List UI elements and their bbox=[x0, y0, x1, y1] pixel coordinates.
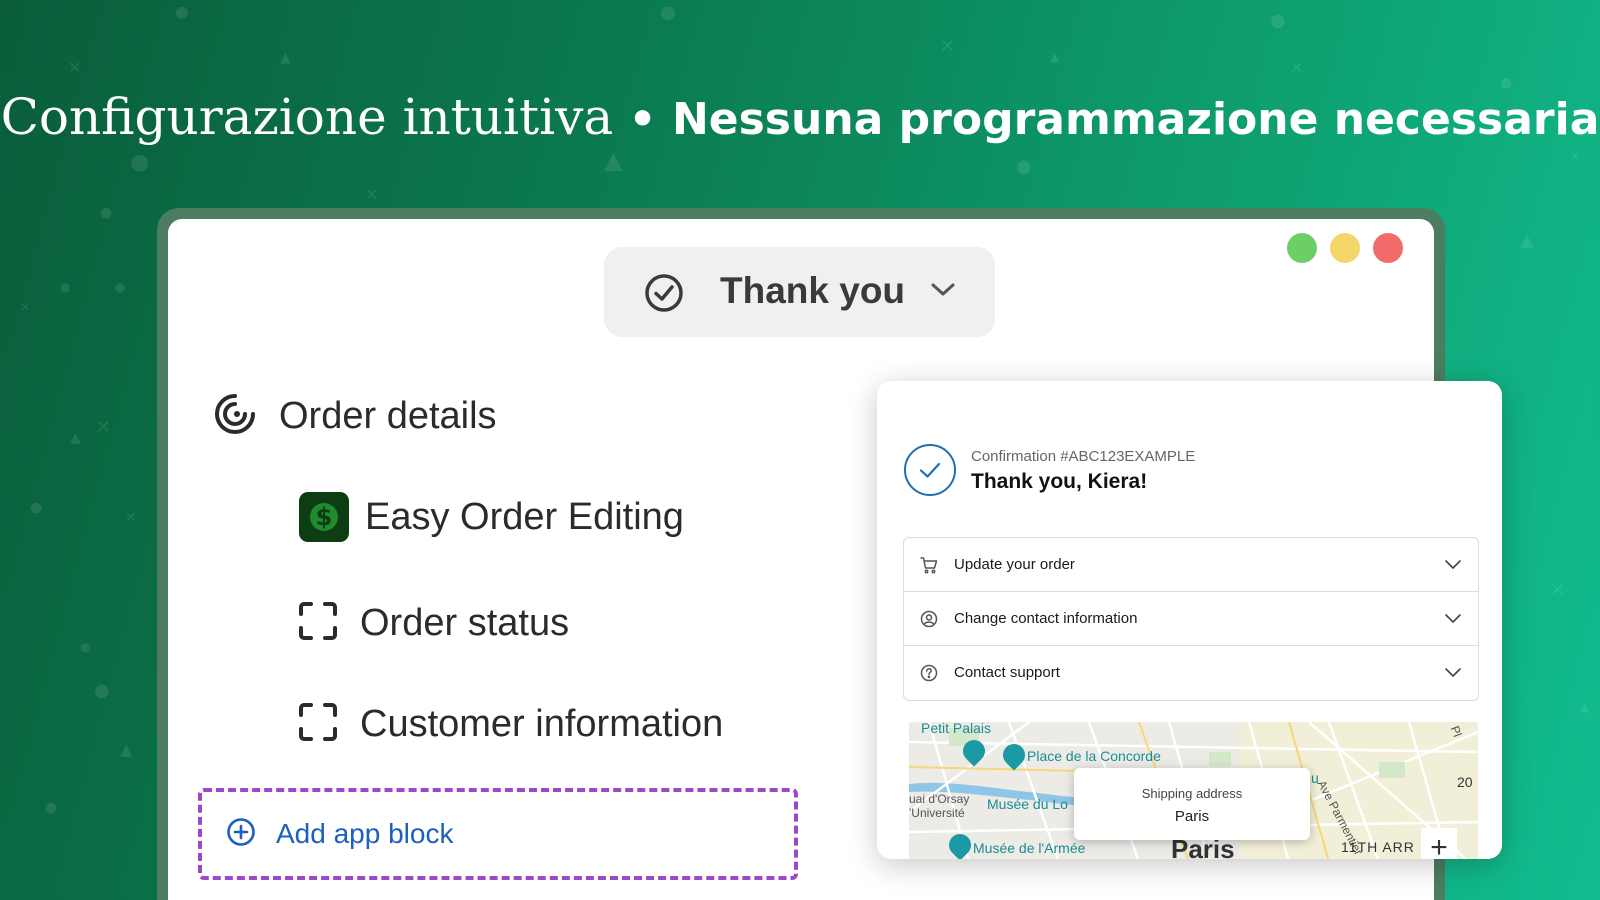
thank-you-preview-card: Confirmation #ABC123EXAMPLE Thank you, K… bbox=[877, 381, 1502, 859]
map-label: uai d'Orsay bbox=[909, 792, 970, 806]
tree-item-customer-information[interactable]: Customer information bbox=[298, 702, 723, 747]
popup-title: Shipping address bbox=[1141, 786, 1243, 801]
accordion: Update your order Change contact informa… bbox=[903, 537, 1479, 701]
cart-icon bbox=[920, 556, 938, 579]
headline-separator: • bbox=[613, 94, 672, 145]
dollar-app-icon: $ bbox=[299, 492, 349, 542]
accordion-update-order[interactable]: Update your order bbox=[904, 538, 1478, 592]
thank-you-message: Thank you, Kiera! bbox=[971, 470, 1148, 493]
map-district-label: 11TH ARR bbox=[1341, 839, 1415, 855]
map-label: 'Université bbox=[909, 806, 965, 820]
map-zoom-in-button[interactable]: + bbox=[1421, 828, 1457, 859]
tree-item-label: Easy Order Editing bbox=[365, 495, 684, 538]
map-label: Musée de l'Armée bbox=[973, 840, 1086, 856]
chevron-down-icon bbox=[1444, 666, 1462, 684]
tree-item-easy-order-editing[interactable]: $ Easy Order Editing bbox=[299, 492, 684, 542]
section-spiral-icon bbox=[213, 392, 257, 441]
section-order-details[interactable]: Order details bbox=[213, 392, 497, 441]
window-yellow-button[interactable] bbox=[1330, 233, 1360, 263]
accordion-label: Contact support bbox=[954, 664, 1060, 681]
map-district-number: 20 bbox=[1457, 774, 1473, 790]
plus-circle-icon bbox=[226, 817, 256, 852]
accordion-contact-support[interactable]: Contact support bbox=[904, 646, 1478, 700]
svg-text:$: $ bbox=[316, 503, 333, 531]
headline-bold: Nessuna programmazione necessaria bbox=[671, 94, 1600, 145]
accordion-change-contact[interactable]: Change contact information bbox=[904, 592, 1478, 646]
accordion-label: Change contact information bbox=[954, 610, 1138, 627]
confirmation-number: Confirmation #ABC123EXAMPLE bbox=[971, 448, 1196, 465]
block-placeholder-icon bbox=[298, 601, 338, 646]
headline-light: Configurazione intuitiva bbox=[0, 88, 614, 146]
check-circle-icon bbox=[644, 273, 684, 318]
headline: Configurazione intuitiva • Nessuna progr… bbox=[0, 88, 1600, 146]
chevron-down-icon bbox=[1444, 558, 1462, 576]
map-label: Petit Palais bbox=[921, 722, 992, 736]
map-label: Place de la Concorde bbox=[1027, 748, 1161, 764]
add-app-block-button[interactable]: Add app block bbox=[198, 788, 798, 880]
add-app-block-label: Add app block bbox=[276, 818, 454, 849]
check-circle-icon bbox=[903, 443, 957, 502]
block-placeholder-icon bbox=[298, 702, 338, 747]
page-selector-label: Thank you bbox=[720, 270, 906, 311]
section-title: Order details bbox=[279, 395, 497, 437]
chevron-down-icon bbox=[1444, 612, 1462, 630]
map-label: u bbox=[1311, 770, 1319, 786]
window-green-button[interactable] bbox=[1287, 233, 1317, 263]
accordion-label: Update your order bbox=[954, 556, 1075, 573]
shipping-address-popup: Shipping address Paris bbox=[1074, 768, 1310, 840]
user-circle-icon bbox=[920, 610, 938, 633]
question-circle-icon bbox=[920, 664, 938, 687]
window-red-button[interactable] bbox=[1373, 233, 1403, 263]
tree-item-label: Order status bbox=[360, 602, 570, 644]
page-selector[interactable]: Thank you bbox=[604, 247, 995, 337]
tree-item-order-status[interactable]: Order status bbox=[298, 601, 569, 646]
popup-value: Paris bbox=[1174, 808, 1210, 825]
chevron-down-icon bbox=[930, 281, 956, 304]
tree-item-label: Customer information bbox=[360, 703, 724, 745]
map-label: Musée du Lo bbox=[987, 796, 1068, 812]
shipping-map[interactable]: Petit Palais Place de la Concorde uai d'… bbox=[909, 722, 1478, 859]
